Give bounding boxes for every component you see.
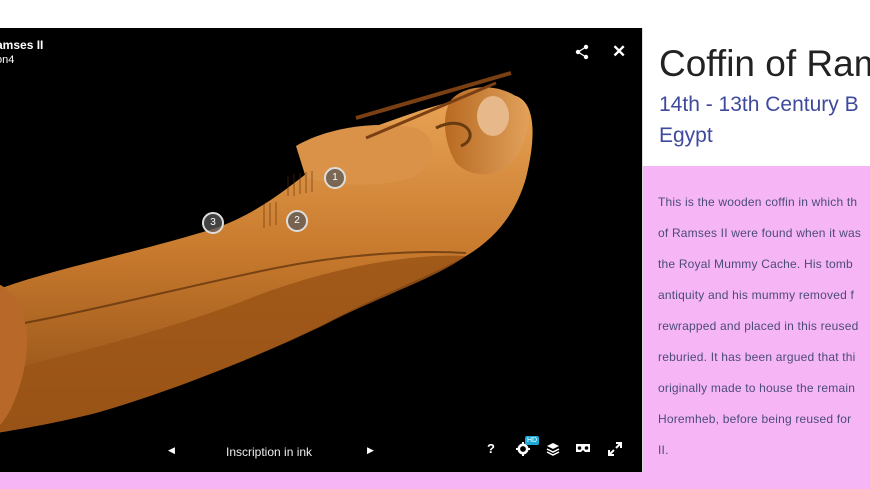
viewer-title-line1: amses II xyxy=(0,38,44,52)
description-line: II. xyxy=(658,443,669,457)
description-line: the Royal Mummy Cache. His tomb xyxy=(658,257,853,271)
description-line: originally made to house the remain xyxy=(658,381,856,395)
object-date: 14th - 13th Century B xyxy=(659,93,859,116)
fullscreen-icon[interactable] xyxy=(608,442,622,456)
object-location: Egypt xyxy=(659,124,713,147)
share-icon[interactable] xyxy=(574,44,590,60)
annotation-hotspot-2[interactable]: 2 xyxy=(286,210,308,232)
viewer-title: amses II on4 xyxy=(0,38,43,68)
help-icon[interactable]: ? xyxy=(487,441,495,456)
annotation-hotspot-1[interactable]: 1 xyxy=(324,167,346,189)
description-line: reburied. It has been argued that thi xyxy=(658,350,856,364)
hd-badge: HD xyxy=(525,436,540,445)
annotation-label: Inscription in ink xyxy=(226,445,313,459)
vr-headset-icon[interactable] xyxy=(575,442,591,454)
object-title: Coffin of Ram xyxy=(659,43,870,84)
layers-icon[interactable] xyxy=(546,442,560,456)
close-icon[interactable]: ✕ xyxy=(612,42,626,62)
page-top-margin xyxy=(0,0,870,28)
description-line: antiquity and his mummy removed f xyxy=(658,288,855,302)
coffin-model[interactable] xyxy=(0,28,642,472)
previous-annotation-icon[interactable]: ◀ xyxy=(168,445,175,456)
object-description: This is the wooden coffin in which th of… xyxy=(643,166,870,472)
3d-model-viewer[interactable]: amses II on4 ✕ 1 2 3 ◀ Inscription in in… xyxy=(0,28,643,472)
object-header: Coffin of Ram 14th - 13th Century B Egyp… xyxy=(643,28,870,166)
description-line: This is the wooden coffin in which th xyxy=(658,195,858,209)
page-bottom-band xyxy=(0,472,870,489)
annotation-hotspot-3[interactable]: 3 xyxy=(202,212,224,234)
description-line: rewrapped and placed in this reused xyxy=(658,319,859,333)
viewer-toolbar: ◀ Inscription in ink ▶ ? HD xyxy=(0,432,642,472)
next-annotation-icon[interactable]: ▶ xyxy=(367,445,374,456)
description-line: of Ramses II were found when it was xyxy=(658,226,862,240)
description-line: Horemheb, before being reused for xyxy=(658,412,852,426)
viewer-title-line2: on4 xyxy=(0,54,15,66)
